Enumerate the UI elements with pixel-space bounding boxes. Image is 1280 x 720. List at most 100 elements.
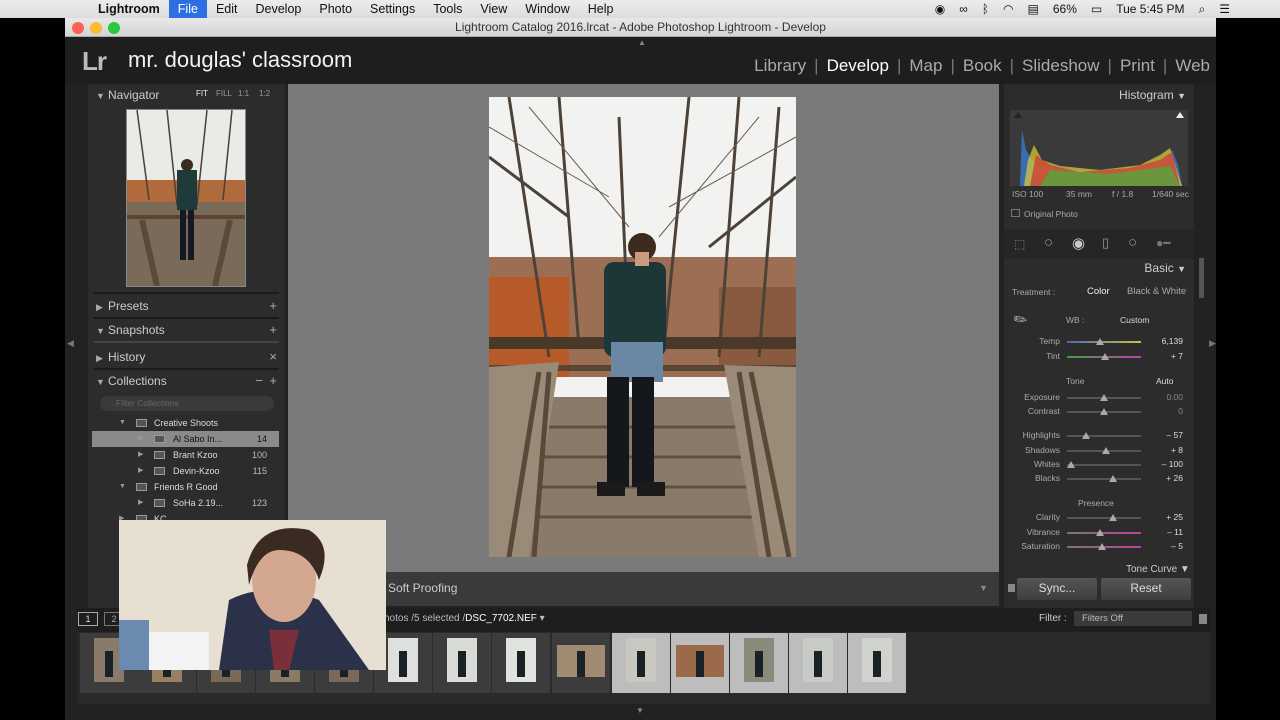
spot-removal-icon[interactable]: ○ xyxy=(1044,234,1053,251)
main-window-button[interactable]: 1 xyxy=(78,612,98,626)
histogram-graph[interactable] xyxy=(1010,110,1188,186)
slider-value-temp[interactable]: 6,139 xyxy=(1143,336,1183,346)
add-preset-icon[interactable]: + xyxy=(269,295,277,317)
menu-tools[interactable]: Tools xyxy=(424,0,471,18)
notification-center-icon[interactable]: ☰ xyxy=(1212,2,1280,16)
filter-lock-icon[interactable] xyxy=(1199,614,1207,624)
collections-header[interactable]: ▼ Collections − + xyxy=(88,370,285,392)
filmstrip-thumbnail[interactable] xyxy=(671,633,729,693)
module-map[interactable]: Map xyxy=(907,56,944,76)
slider-clarity[interactable] xyxy=(1067,514,1141,521)
clear-history-icon[interactable]: × xyxy=(269,346,277,368)
menu-help[interactable]: Help xyxy=(579,0,623,18)
collection-devin-kzoo[interactable]: ▶ Devin-Kzoo 115 xyxy=(92,463,279,479)
adjustment-brush-icon[interactable]: ●━ xyxy=(1156,236,1170,250)
filmstrip-thumbnail[interactable] xyxy=(789,633,847,693)
battery-icon[interactable]: ▭ xyxy=(1084,2,1109,16)
right-panel-scrollbar[interactable] xyxy=(1199,258,1204,298)
slider-knob[interactable] xyxy=(1081,432,1090,439)
menu-photo[interactable]: Photo xyxy=(310,0,361,18)
slider-value-highlights[interactable]: – 57 xyxy=(1143,430,1183,440)
spotlight-icon[interactable]: ⌕ xyxy=(1192,2,1213,17)
slider-knob[interactable] xyxy=(1096,529,1105,536)
module-develop[interactable]: Develop xyxy=(825,56,891,76)
slider-vibrance[interactable] xyxy=(1067,529,1141,536)
navigator-preview[interactable] xyxy=(126,109,246,287)
slider-value-vibrance[interactable]: – 11 xyxy=(1143,527,1183,537)
module-book[interactable]: Book xyxy=(961,56,1004,76)
slider-temp[interactable] xyxy=(1067,338,1141,345)
slider-knob[interactable] xyxy=(1096,338,1105,345)
slider-tint[interactable] xyxy=(1067,353,1141,360)
menu-file[interactable]: File xyxy=(168,0,207,18)
filter-select[interactable]: Filters Off xyxy=(1074,611,1192,626)
slider-saturation[interactable] xyxy=(1067,543,1141,550)
slider-knob[interactable] xyxy=(1100,394,1108,401)
creative-cloud-icon[interactable]: ∞ xyxy=(952,2,975,16)
nav-1to1-option[interactable]: 1:1 xyxy=(238,89,249,98)
collection-soha[interactable]: ▶ SoHa 2.19... 123 xyxy=(92,495,279,511)
battery-percent[interactable]: 66% xyxy=(1046,2,1084,16)
treatment-color[interactable]: Color xyxy=(1087,286,1110,297)
left-panel-toggle-icon[interactable]: ◀ xyxy=(67,338,74,349)
wifi-icon[interactable]: ◠ xyxy=(996,2,1020,16)
presets-header[interactable]: ▶ Presets + xyxy=(88,295,285,317)
clock[interactable]: Tue 5:45 PM xyxy=(1109,2,1191,16)
radial-filter-icon[interactable]: ○ xyxy=(1128,234,1137,251)
history-header[interactable]: ▶ History × xyxy=(88,346,285,368)
crop-tool-icon[interactable]: ⬚ xyxy=(1014,237,1025,251)
wb-select[interactable]: Custom xyxy=(1120,315,1149,325)
flag-icon[interactable]: ▤ xyxy=(1021,2,1046,16)
module-slideshow[interactable]: Slideshow xyxy=(1020,56,1102,76)
snapshots-header[interactable]: ▼ Snapshots + xyxy=(88,319,285,341)
slider-value-shadows[interactable]: + 8 xyxy=(1143,445,1183,455)
collection-set-creative-shoots[interactable]: ▼ Creative Shoots xyxy=(92,415,279,431)
menu-settings[interactable]: Settings xyxy=(361,0,424,18)
filmstrip-thumbnail[interactable] xyxy=(730,633,788,693)
filmstrip-toggle-icon[interactable]: ▼ xyxy=(636,706,644,715)
wb-eyedropper-icon[interactable]: ✎ xyxy=(1009,308,1032,332)
sync-toggle-switch[interactable] xyxy=(1008,584,1015,592)
slider-knob[interactable] xyxy=(1101,353,1110,360)
basic-header[interactable]: Basic ▼ xyxy=(1144,261,1186,275)
slider-value-clarity[interactable]: + 25 xyxy=(1143,512,1183,522)
histogram-header[interactable]: Histogram ▼ xyxy=(1119,88,1186,102)
slider-value-saturation[interactable]: – 5 xyxy=(1143,541,1183,551)
slider-value-blacks[interactable]: + 26 xyxy=(1143,473,1183,483)
nav-1to2-option[interactable]: 1:2 xyxy=(259,89,270,98)
slider-knob[interactable] xyxy=(1100,408,1108,415)
slider-highlights[interactable] xyxy=(1067,432,1141,439)
reset-button[interactable]: Reset xyxy=(1101,578,1191,600)
slider-value-exposure[interactable]: 0.00 xyxy=(1143,392,1183,402)
module-web[interactable]: Web xyxy=(1173,56,1212,76)
slider-value-tint[interactable]: + 7 xyxy=(1143,351,1183,361)
menu-edit[interactable]: Edit xyxy=(207,0,247,18)
collection-al-sabo[interactable]: ▶ Al Sabo In... 14 xyxy=(92,431,279,447)
slider-exposure[interactable] xyxy=(1067,394,1141,401)
slider-blacks[interactable] xyxy=(1067,475,1141,482)
sync-button[interactable]: Sync... xyxy=(1017,578,1097,600)
treatment-black-white[interactable]: Black & White xyxy=(1127,286,1186,297)
tone-curve-header[interactable]: Tone Curve ▼ xyxy=(1126,564,1190,575)
add-collection-icon[interactable]: + xyxy=(269,370,277,392)
bluetooth-icon[interactable]: ᛒ xyxy=(975,2,996,16)
filmstrip-thumbnail[interactable] xyxy=(433,633,491,693)
nav-fit-option[interactable]: FIT xyxy=(196,89,208,98)
graduated-filter-icon[interactable]: ▯ xyxy=(1102,235,1109,251)
slider-knob[interactable] xyxy=(1097,543,1106,550)
menu-develop[interactable]: Develop xyxy=(247,0,311,18)
menu-view[interactable]: View xyxy=(471,0,516,18)
menu-lightroom[interactable]: Lightroom xyxy=(89,0,169,18)
slider-knob[interactable] xyxy=(1067,461,1076,468)
original-photo-label[interactable]: Original Photo xyxy=(1024,209,1078,219)
toolbar-menu-icon[interactable]: ▼ xyxy=(979,583,988,593)
minimize-window-button[interactable] xyxy=(90,22,102,34)
filmstrip-thumbnail[interactable] xyxy=(848,633,906,693)
main-photo[interactable] xyxy=(489,97,796,557)
filmstrip-source[interactable]: hotos /5 selected /DSC_7702.NEF ▾ xyxy=(384,613,545,624)
original-photo-checkbox[interactable] xyxy=(1011,209,1020,217)
module-library[interactable]: Library xyxy=(752,56,808,76)
menu-window[interactable]: Window xyxy=(516,0,578,18)
zoom-window-button[interactable] xyxy=(108,22,120,34)
module-print[interactable]: Print xyxy=(1118,56,1157,76)
